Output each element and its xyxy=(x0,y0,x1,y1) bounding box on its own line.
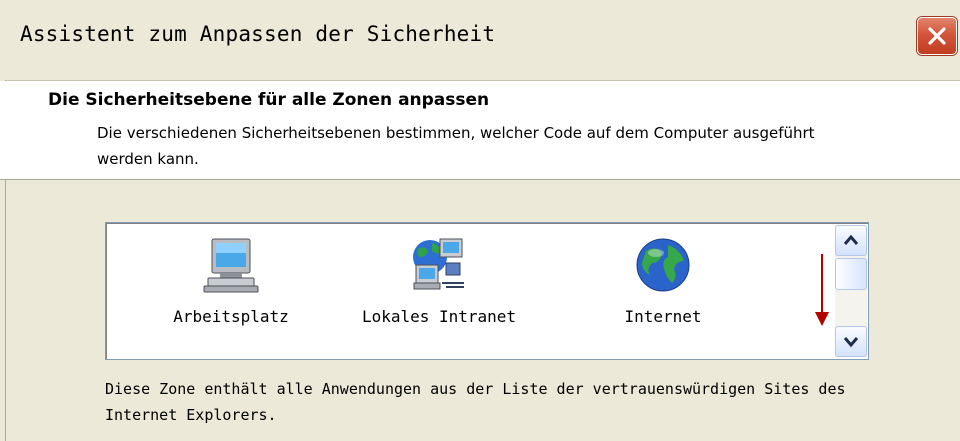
page-description: Die verschiedenen Sicherheitsebenen best… xyxy=(97,124,815,168)
zone-item-arbeitsplatz[interactable]: Arbeitsplatz xyxy=(146,223,316,343)
close-icon xyxy=(928,27,946,45)
computer-icon xyxy=(203,238,259,293)
scroll-thumb[interactable] xyxy=(835,258,867,290)
zone-label-internet: Internet xyxy=(624,307,702,326)
window-title: Assistent zum Anpassen der Sicherheit xyxy=(20,22,496,46)
zone-item-internet[interactable]: Internet xyxy=(578,223,748,343)
scroll-up-button[interactable] xyxy=(835,225,867,256)
zone-description: Diese Zone enthält alle Anwendungen aus … xyxy=(105,380,846,424)
chevron-down-icon xyxy=(843,337,859,348)
page-title: Die Sicherheitsebene für alle Zonen anpa… xyxy=(48,90,490,110)
zone-list-scrollbar[interactable] xyxy=(835,225,867,357)
close-button[interactable] xyxy=(917,17,957,55)
wizard-header: Die Sicherheitsebene für alle Zonen anpa… xyxy=(0,81,960,180)
chevron-up-icon xyxy=(843,234,859,245)
scroll-down-indicator-arrow xyxy=(815,254,829,326)
zone-item-lokales-intranet[interactable]: Lokales Intranet xyxy=(354,223,524,343)
scroll-down-button[interactable] xyxy=(835,326,867,357)
zone-label-arbeitsplatz: Arbeitsplatz xyxy=(173,307,289,326)
network-icon xyxy=(413,238,464,290)
zone-label-lokales-intranet: Lokales Intranet xyxy=(361,307,517,326)
globe-icon xyxy=(636,238,690,292)
zone-list: Arbeitsplatz Lokales Intranet Internet xyxy=(105,222,869,360)
title-bar[interactable]: Assistent zum Anpassen der Sicherheit xyxy=(0,0,960,81)
